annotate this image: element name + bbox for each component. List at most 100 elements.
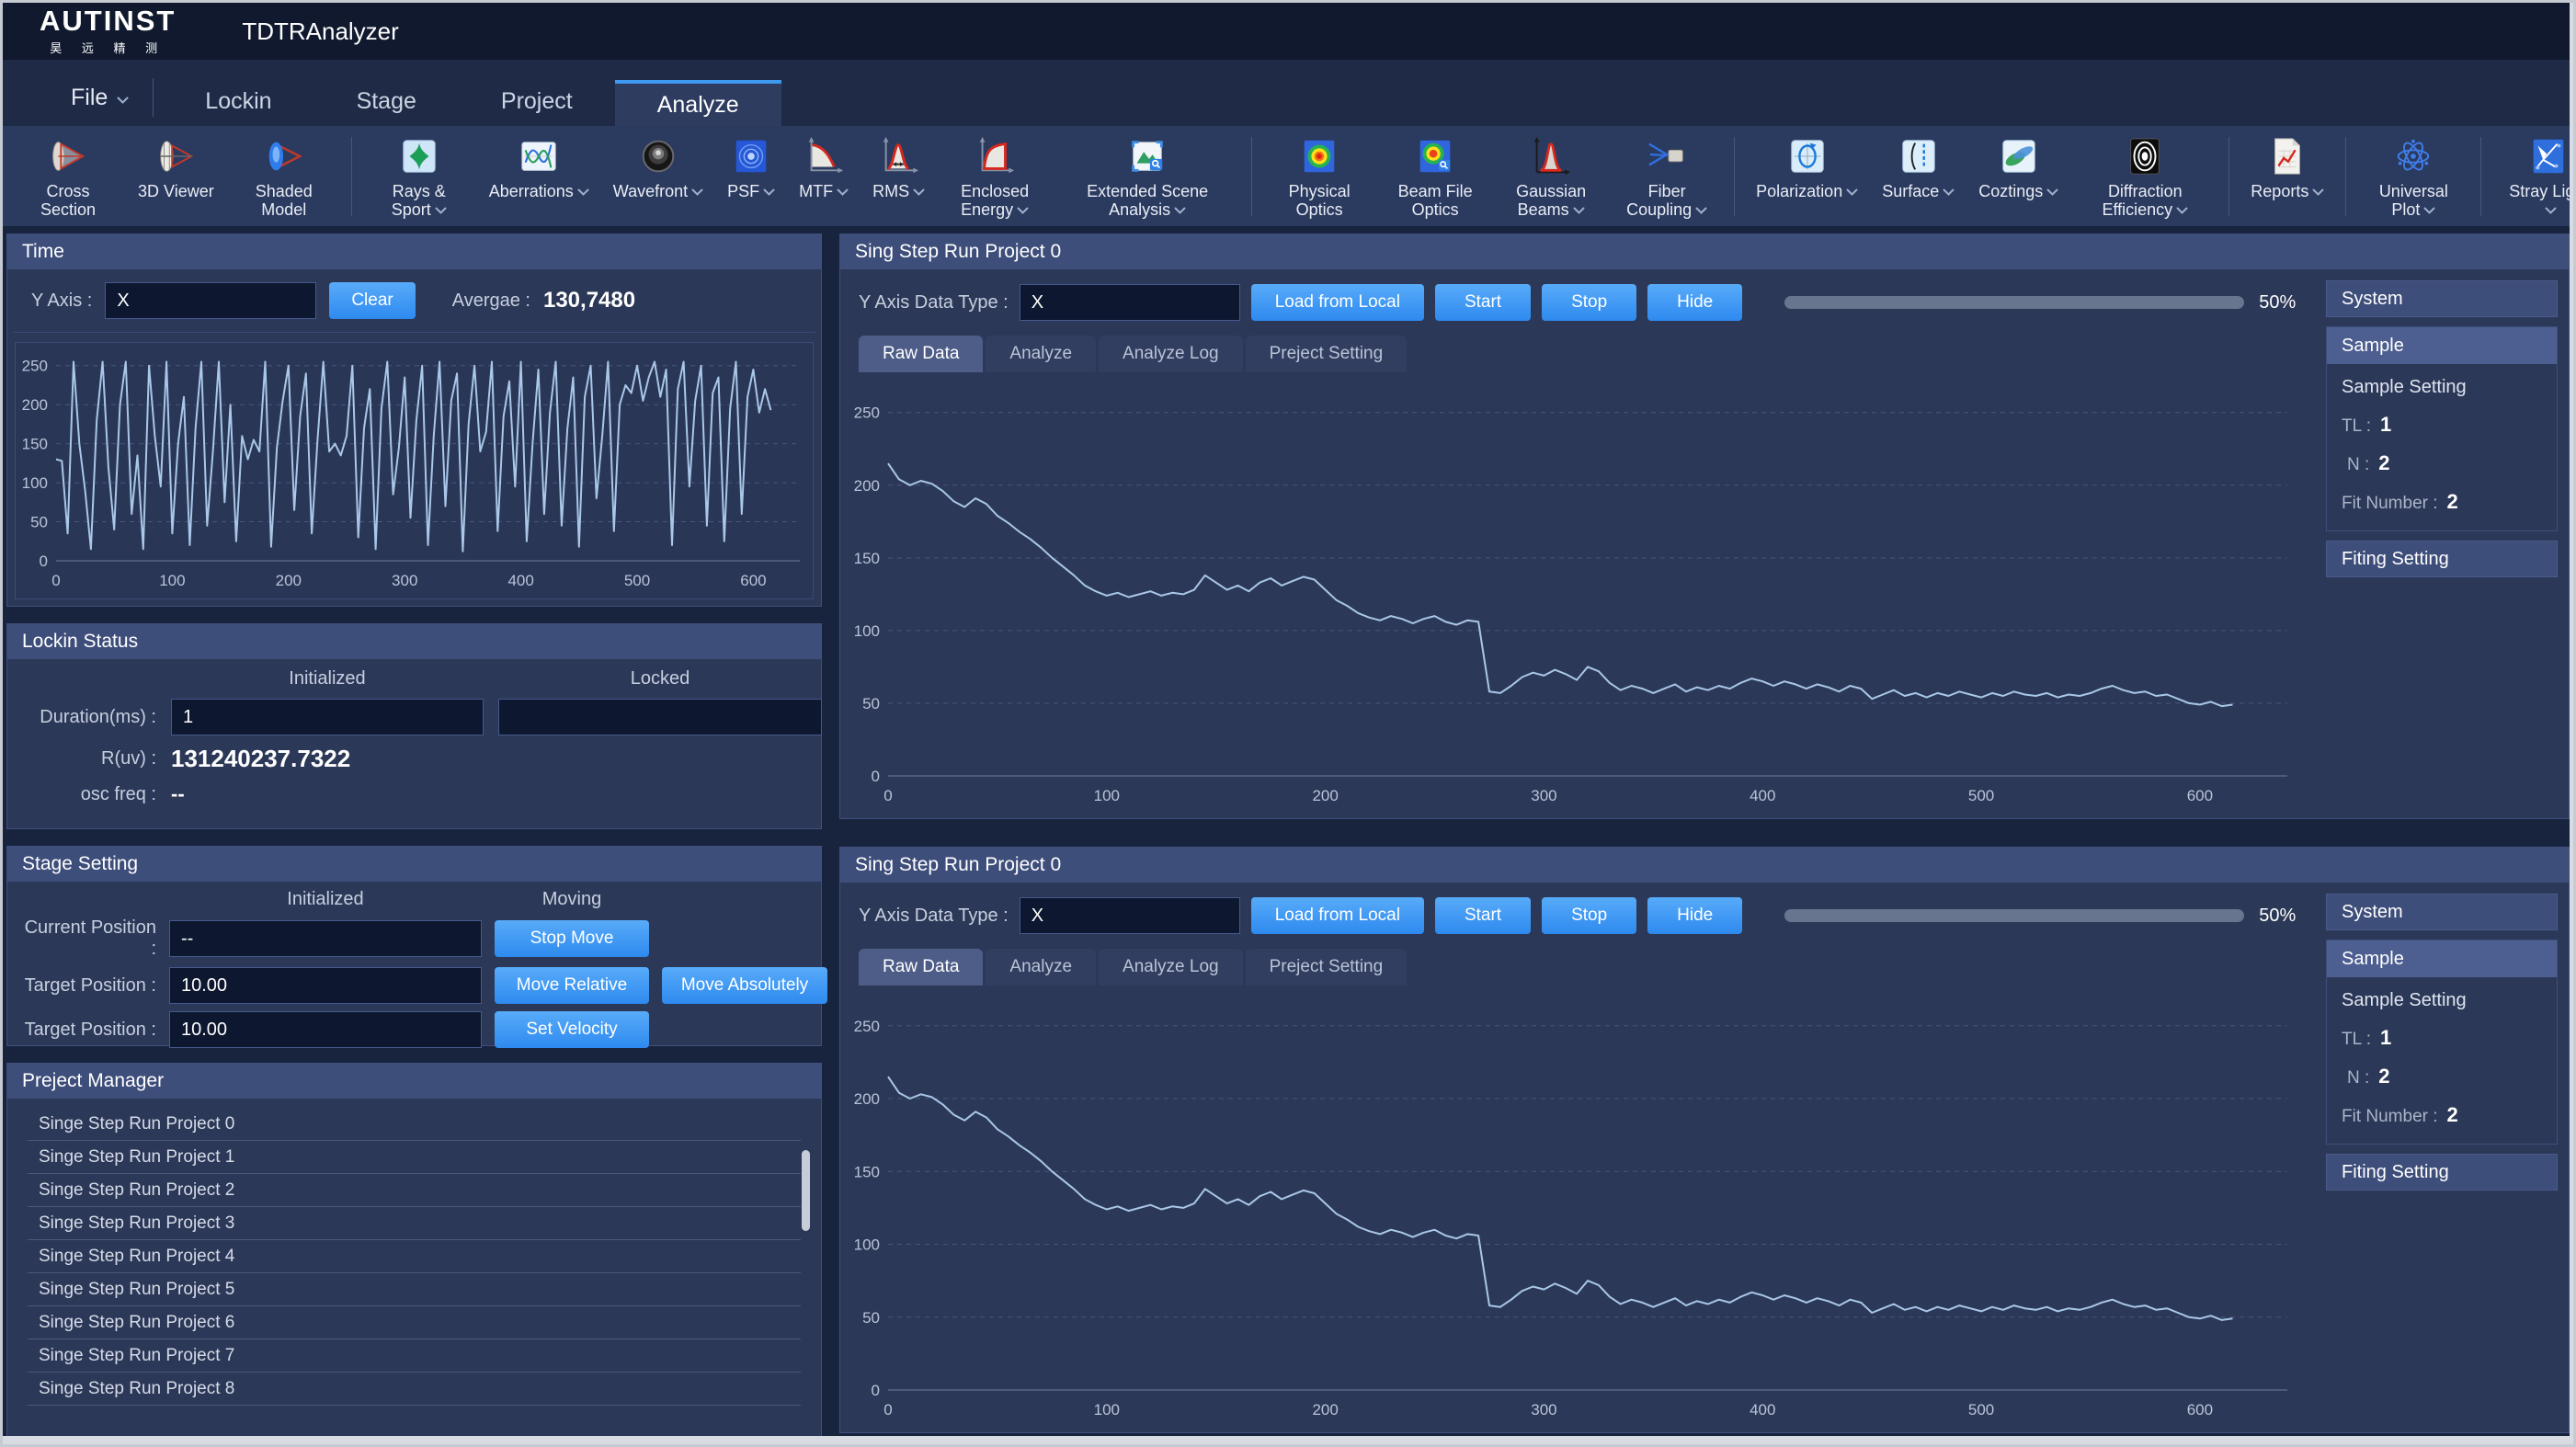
toolbar-item-stray-light[interactable]: Stray Light — [2491, 135, 2573, 219]
hide-button[interactable]: Hide — [1647, 897, 1742, 934]
load-from-local-button[interactable]: Load from Local — [1251, 284, 1424, 321]
tab-raw-data[interactable]: Raw Data — [859, 949, 983, 986]
toolbar-item-shaded-model[interactable]: Shaded Model — [226, 135, 342, 219]
toolbar-item-psf[interactable]: PSF — [715, 135, 787, 200]
menu-tab-project[interactable]: Project — [459, 80, 615, 126]
toolbar-item-diffraction-efficiency[interactable]: Diffraction Efficiency — [2070, 135, 2219, 219]
sample-setting-link[interactable]: Sample Setting — [2342, 377, 2542, 398]
run-panel-1: Sing Step Run Project 0 Y Axis Data Type… — [839, 847, 2570, 1433]
current-position-input[interactable] — [169, 920, 482, 957]
sample-section-header[interactable]: Sample — [2327, 327, 2557, 364]
toolbar-item-fiber-coupling[interactable]: Fiber Coupling — [1609, 135, 1725, 219]
tab-analyze-log[interactable]: Analyze Log — [1099, 949, 1243, 986]
svg-text:500: 500 — [1968, 787, 1994, 804]
chart-svg: 0501001502002500100200300400500600 — [16, 343, 813, 594]
left-column: Time Y Axis : Clear Avergae : 130,7480 0… — [6, 234, 822, 1444]
load-from-local-button[interactable]: Load from Local — [1251, 897, 1424, 934]
toolbar-item-mtf[interactable]: MTF — [787, 135, 861, 200]
menu-tab-lockin[interactable]: Lockin — [163, 80, 313, 126]
toolbar-item-gaussian-beams[interactable]: Gaussian Beams — [1493, 135, 1609, 219]
toolbar-item-universal-plot[interactable]: Universal Plot — [2355, 135, 2471, 219]
stop-button[interactable]: Stop — [1542, 284, 1636, 321]
project-list-item[interactable]: Singe Step Run Project 5 — [28, 1273, 801, 1306]
toolbar-item-cross-section[interactable]: Cross Section — [10, 135, 126, 219]
toolbar-item-surface[interactable]: Surface — [1870, 135, 1966, 200]
toolbar-item-reports[interactable]: Reports — [2239, 135, 2336, 200]
project-list-item[interactable]: Singe Step Run Project 3 — [28, 1207, 801, 1240]
tab-analyze[interactable]: Analyze — [986, 949, 1096, 986]
chart-svg: 0501001502002500100200300400500600 — [846, 374, 2311, 809]
svg-text:400: 400 — [1750, 1401, 1775, 1419]
horizontal-scrollbar[interactable] — [3, 1436, 2573, 1444]
toolbar-item-enclosed-energy[interactable]: Enclosed Energy — [937, 135, 1053, 219]
project-list-item[interactable]: Singe Step Run Project 1 — [28, 1141, 801, 1174]
tab-analyze[interactable]: Analyze — [986, 336, 1096, 372]
menu-tab-analyze[interactable]: Analyze — [615, 80, 781, 126]
project-list-item[interactable]: Singe Step Run Project 2 — [28, 1174, 801, 1207]
vertical-scrollbar[interactable] — [2570, 3, 2573, 1436]
fiting-setting-section-header[interactable]: Fiting Setting — [2326, 1154, 2558, 1191]
progress-track — [1784, 909, 2244, 922]
hide-button[interactable]: Hide — [1647, 284, 1742, 321]
start-button[interactable]: Start — [1435, 284, 1531, 321]
progress-label: 50% — [2259, 906, 2296, 927]
start-button[interactable]: Start — [1435, 897, 1531, 934]
app-window: AUTINST 昊 远 精 测 TDTRAnalyzer File Lockin… — [0, 0, 2576, 1447]
project-list-item[interactable]: Singe Step Run Project 7 — [28, 1339, 801, 1373]
stop-button[interactable]: Stop — [1542, 897, 1636, 934]
beam-file-optics-icon — [1414, 135, 1456, 177]
project-list-item[interactable]: Singe Step Run Project 6 — [28, 1306, 801, 1339]
sample-section-header[interactable]: Sample — [2327, 940, 2557, 977]
fiting-setting-section-header[interactable]: Fiting Setting — [2326, 541, 2558, 577]
move-absolutely-button[interactable]: Move Absolutely — [662, 967, 827, 1004]
file-menu-button[interactable]: File — [34, 84, 153, 111]
toolbar-item-rays-sport[interactable]: Rays & Sport — [361, 135, 477, 219]
n-row: N :2 — [2342, 451, 2542, 475]
toolbar-item-physical-optics[interactable]: Physical Optics — [1261, 135, 1377, 219]
tl-row: TL :1 — [2342, 413, 2542, 437]
y-axis-data-type-input[interactable] — [1020, 284, 1240, 321]
tab-preject-setting[interactable]: Preject Setting — [1246, 336, 1408, 372]
project-list-item-partial — [28, 1406, 801, 1420]
project-list-item[interactable]: Singe Step Run Project 0 — [28, 1108, 801, 1141]
tab-preject-setting[interactable]: Preject Setting — [1246, 949, 1408, 986]
toolbar-item-rms[interactable]: RMS — [861, 135, 937, 200]
n-row: N :2 — [2342, 1065, 2542, 1088]
target-position-input-1[interactable] — [169, 967, 482, 1004]
toolbar-item-extended-scene-analysis[interactable]: Extended Scene Analysis — [1053, 135, 1242, 219]
stage-panel-title: Stage Setting — [7, 847, 821, 882]
toolbar-item-label: Polarization — [1756, 182, 1858, 200]
sample-setting-link[interactable]: Sample Setting — [2342, 990, 2542, 1011]
toolbar-item-3d-viewer[interactable]: 3D Viewer — [126, 135, 226, 200]
locked-duration-input[interactable] — [498, 699, 822, 735]
duration-label: Duration(ms) : — [18, 707, 156, 728]
y-axis-data-type-input[interactable] — [1020, 897, 1240, 934]
system-section-header[interactable]: System — [2326, 894, 2558, 930]
svg-text:600: 600 — [740, 572, 766, 589]
y-axis-input[interactable] — [105, 282, 316, 319]
toolbar-item-label: Diffraction Efficiency — [2082, 182, 2207, 219]
set-velocity-button[interactable]: Set Velocity — [495, 1011, 649, 1048]
project-list-item[interactable]: Singe Step Run Project 4 — [28, 1240, 801, 1273]
stop-move-button[interactable]: Stop Move — [495, 920, 649, 957]
system-section-header[interactable]: System — [2326, 280, 2558, 317]
progress-bar: 50% — [1784, 906, 2296, 927]
toolbar-item-beam-file-optics[interactable]: Beam File Optics — [1377, 135, 1493, 219]
svg-text:0: 0 — [872, 1382, 880, 1399]
target-position-input-2[interactable] — [169, 1011, 482, 1048]
toolbar-item-coztings[interactable]: Coztings — [1966, 135, 2070, 200]
tab-raw-data[interactable]: Raw Data — [859, 336, 983, 372]
svg-text:400: 400 — [1750, 787, 1775, 804]
move-relative-button[interactable]: Move Relative — [495, 967, 649, 1004]
menu-tab-stage[interactable]: Stage — [314, 80, 459, 126]
clear-button[interactable]: Clear — [329, 282, 415, 319]
toolbar-item-wavefront[interactable]: Wavefront — [601, 135, 715, 200]
toolbar-item-polarization[interactable]: Polarization — [1744, 135, 1870, 200]
tab-analyze-log[interactable]: Analyze Log — [1099, 336, 1243, 372]
toolbar-item-aberrations[interactable]: Aberrations — [477, 135, 601, 200]
vertical-scrollbar-thumb[interactable] — [802, 1150, 810, 1231]
chevron-down-icon — [2423, 200, 2435, 219]
project-list-item[interactable]: Singe Step Run Project 8 — [28, 1373, 801, 1406]
run-panel-0: Sing Step Run Project 0 Y Axis Data Type… — [839, 234, 2570, 819]
duration-input[interactable] — [171, 699, 484, 735]
